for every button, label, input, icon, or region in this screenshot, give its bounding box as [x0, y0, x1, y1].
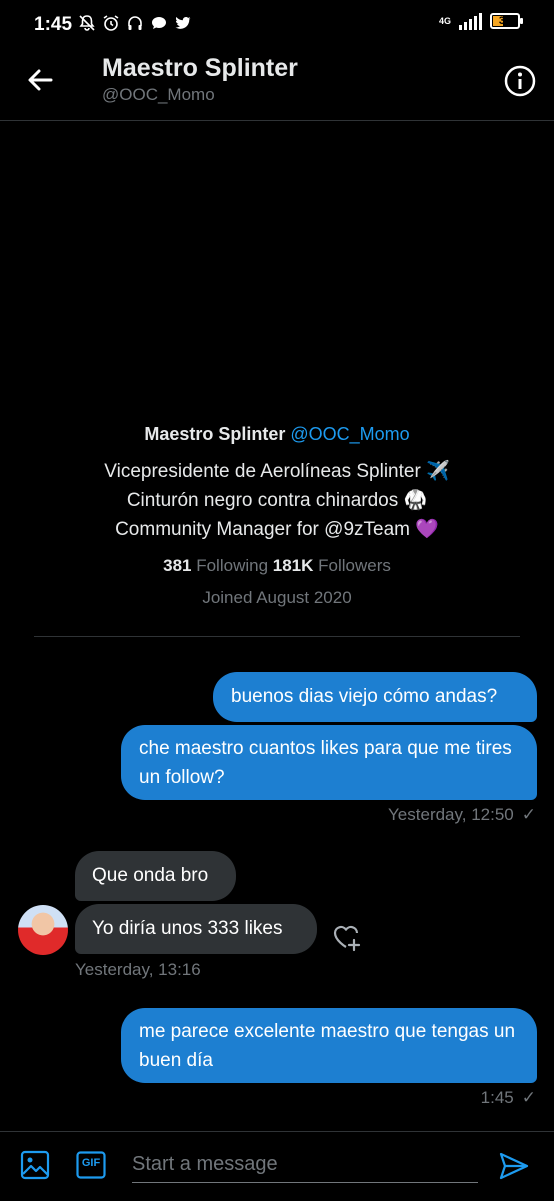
divider [34, 636, 520, 637]
message-timestamp: Yesterday, 12:50 ✓ [388, 805, 536, 825]
back-arrow-icon[interactable] [24, 64, 56, 96]
seen-check-icon: ✓ [521, 1088, 536, 1107]
following-count[interactable]: 381 [163, 556, 191, 575]
profile-handle[interactable]: @OOC_Momo [290, 424, 409, 444]
followers-label[interactable]: Followers [318, 556, 391, 575]
message-bubble-outgoing[interactable]: che maestro cuantos likes para que me ti… [121, 725, 537, 800]
alarm-icon [102, 14, 120, 32]
image-icon[interactable] [20, 1150, 50, 1180]
joined-date: Joined August 2020 [202, 588, 352, 607]
bio-line: Community Manager for @9zTeam 💜 [115, 519, 439, 540]
following-label[interactable]: Following [196, 556, 268, 575]
profile-summary: Maestro Splinter @OOC_Momo Vicepresident… [0, 424, 554, 608]
mute-icon [78, 14, 96, 32]
notification-icons [78, 14, 192, 32]
message-composer: GIF [0, 1131, 554, 1201]
chat-bubble-icon [150, 14, 168, 32]
status-time: 1:45 [34, 14, 73, 35]
message-text: Yo diría unos 333 likes [92, 918, 283, 939]
network-type: 4G [438, 15, 451, 26]
avatar[interactable] [18, 905, 68, 955]
info-icon[interactable] [504, 65, 536, 97]
battery-icon: 39 [490, 13, 523, 29]
message-bubble-outgoing[interactable]: buenos dias viejo cómo andas? [213, 672, 537, 722]
seen-check-icon: ✓ [521, 805, 536, 824]
message-text: Que onda bro [92, 865, 209, 886]
conversation-header: Maestro Splinter @OOC_Momo [0, 48, 554, 121]
message-timestamp: 1:45 ✓ [481, 1088, 536, 1108]
battery-level: 39 [498, 15, 512, 27]
message-bubble-outgoing[interactable]: me parece excelente maestro que tengas u… [121, 1008, 537, 1083]
message-text: buenos dias viejo cómo andas? [231, 686, 498, 707]
conversation-title[interactable]: Maestro Splinter [102, 54, 298, 83]
profile-bio: Vicepresidente de Aerolíneas Splinter ✈️… [0, 457, 554, 544]
twitter-icon [174, 14, 192, 32]
timestamp-text: 1:45 [480, 1088, 514, 1107]
signal-icon [459, 12, 482, 30]
message-bubble-incoming[interactable]: Que onda bro [75, 851, 236, 901]
headphones-icon [126, 14, 144, 32]
system-indicators: 4G 39 [438, 12, 523, 30]
message-input[interactable] [132, 1146, 478, 1183]
message-text: che maestro cuantos likes para que me ti… [139, 738, 512, 788]
message-timestamp: Yesterday, 13:16 [75, 960, 201, 979]
conversation-handle: @OOC_Momo [102, 85, 215, 104]
message-text: me parece excelente maestro que tengas u… [139, 1021, 516, 1071]
gif-label: GIF [81, 1157, 101, 1169]
message-bubble-incoming[interactable]: Yo diría unos 333 likes [75, 904, 317, 954]
bio-line: Vicepresidente de Aerolíneas Splinter ✈️ [104, 461, 450, 482]
followers-count[interactable]: 181K [273, 556, 314, 575]
profile-name[interactable]: Maestro Splinter [144, 424, 285, 444]
status-bar: 1:45 4G 39 [0, 0, 554, 48]
send-icon[interactable] [498, 1150, 530, 1182]
bio-line: Cinturón negro contra chinardos 🥋 [126, 490, 428, 511]
profile-stats: 381 Following 181K Followers [0, 556, 554, 576]
timestamp-text: Yesterday, 12:50 [388, 805, 514, 824]
like-heart-icon[interactable] [330, 920, 364, 954]
gif-button[interactable]: GIF [76, 1151, 106, 1179]
